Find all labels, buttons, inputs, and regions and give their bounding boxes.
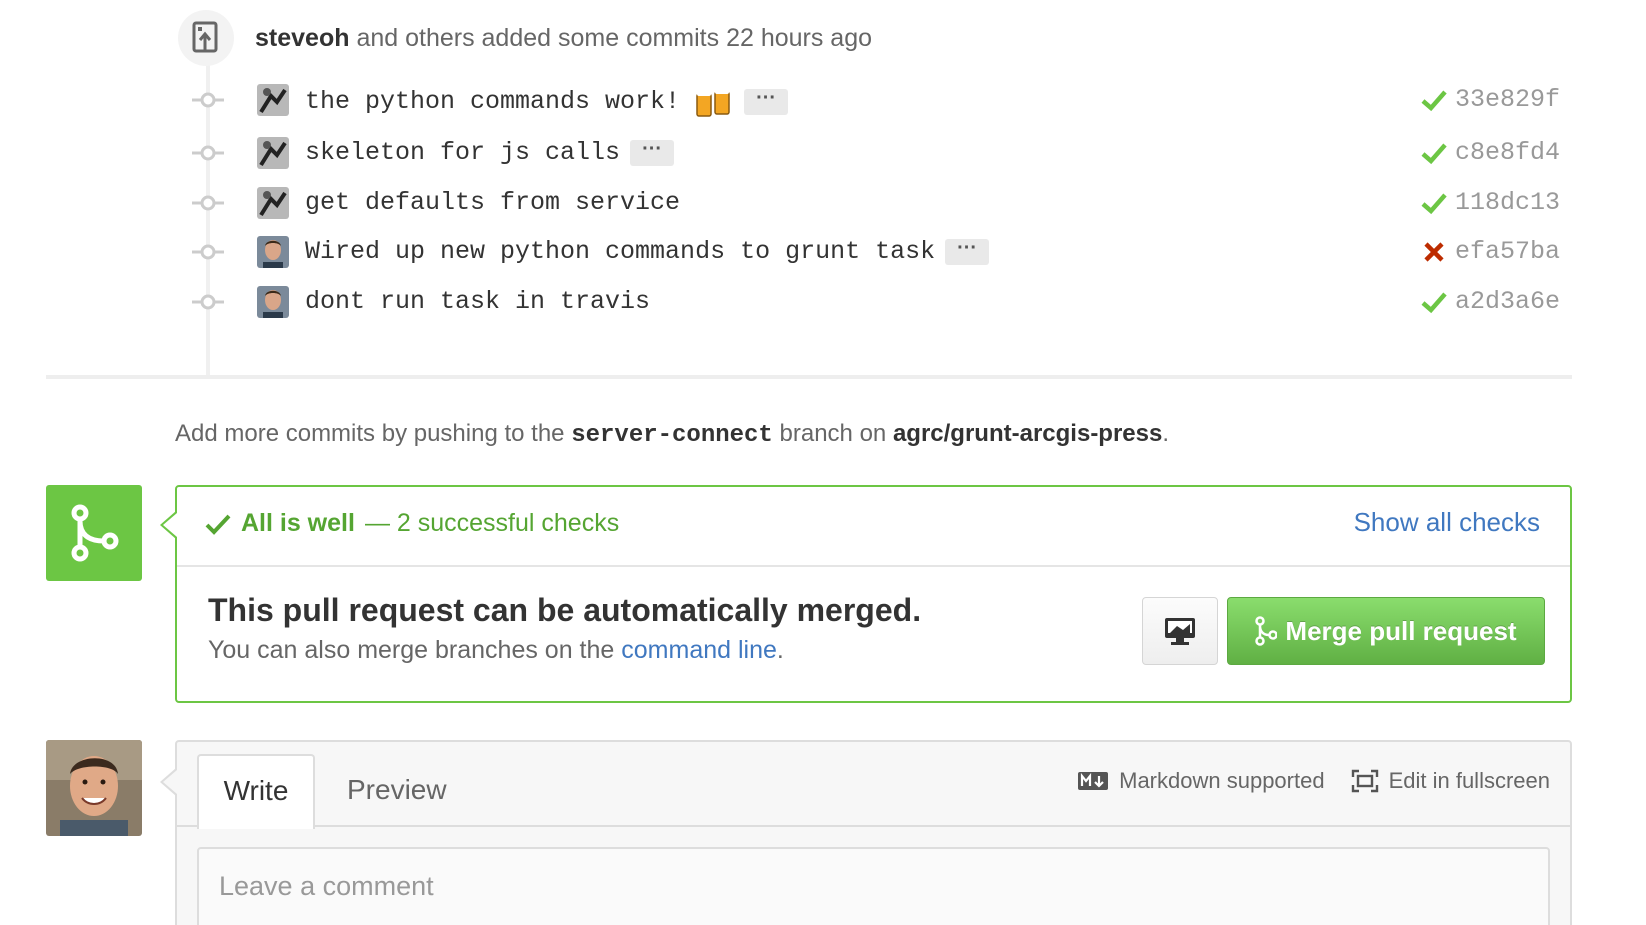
commit-sha-link[interactable]: efa57ba bbox=[1455, 234, 1560, 270]
hint-text: branch on bbox=[779, 420, 887, 447]
command-line-link[interactable]: command line bbox=[621, 636, 777, 664]
comment-toolbar: Markdown supported Edit in fullscreen bbox=[1077, 768, 1550, 794]
commit-author-avatar[interactable] bbox=[257, 187, 289, 219]
x-icon[interactable] bbox=[1420, 238, 1448, 266]
merge-subtitle: You can also merge branches on the comma… bbox=[208, 636, 784, 665]
add-commits-hint: Add more commits by pushing to the serve… bbox=[175, 420, 1169, 449]
push-event-header: steveoh and others added some commits 22… bbox=[255, 20, 872, 56]
push-event-text: and others added some commits 22 hours a… bbox=[356, 24, 873, 52]
commit-message-link[interactable]: Wired up new python commands to grunt ta… bbox=[305, 234, 935, 270]
hint-period: . bbox=[1162, 420, 1170, 447]
merge-sub-period: . bbox=[776, 636, 784, 664]
commit-message-link[interactable]: dont run task in travis bbox=[305, 284, 650, 320]
commit-author-avatar[interactable] bbox=[257, 286, 289, 318]
commit-node-icon bbox=[192, 88, 224, 112]
comment-tabs: Write Preview Markdown supported Edit in… bbox=[177, 742, 1570, 829]
commit-message-link[interactable]: the python commands work! bbox=[305, 84, 680, 120]
commit-row: skeleton for js calls ··· c8e8fd4 bbox=[0, 131, 1646, 175]
merge-status-icon bbox=[46, 485, 142, 581]
commit-row: get defaults from service 118dc13 bbox=[0, 181, 1646, 225]
merge-button-label: Merge pull request bbox=[1285, 615, 1517, 646]
commit-sha-link[interactable]: c8e8fd4 bbox=[1455, 135, 1560, 171]
beers-emoji-icon bbox=[694, 82, 734, 122]
commit-message-link[interactable]: skeleton for js calls bbox=[305, 135, 620, 171]
merge-sub-text: You can also merge branches on the bbox=[208, 636, 615, 664]
commit-message: skeleton for js calls ··· bbox=[305, 135, 675, 171]
checks-title: All is well bbox=[241, 509, 355, 537]
commit-author-avatar[interactable] bbox=[257, 137, 289, 169]
expand-commit-button[interactable]: ··· bbox=[945, 238, 990, 265]
tab-preview[interactable]: Preview bbox=[347, 754, 447, 826]
show-all-checks-link[interactable]: Show all checks bbox=[1354, 507, 1540, 538]
check-icon[interactable] bbox=[1420, 189, 1448, 217]
desktop-icon bbox=[1165, 618, 1195, 645]
commit-node-icon bbox=[192, 141, 224, 165]
markdown-icon bbox=[1078, 772, 1109, 790]
commit-row: the python commands work! ··· 33e829f bbox=[0, 78, 1646, 122]
repo-name: agrc/grunt-arcgis-press bbox=[892, 420, 1163, 447]
commit-message: get defaults from service bbox=[305, 185, 680, 221]
commit-node-icon bbox=[192, 240, 224, 264]
merge-box-pointer-fill bbox=[163, 513, 177, 537]
commit-sha-link[interactable]: 33e829f bbox=[1455, 82, 1560, 118]
markdown-supported-link[interactable]: Markdown supported bbox=[1077, 768, 1325, 794]
markdown-label: Markdown supported bbox=[1119, 768, 1325, 793]
fullscreen-icon bbox=[1351, 769, 1378, 793]
commit-message-link[interactable]: get defaults from service bbox=[305, 185, 680, 221]
comment-box-pointer-fill bbox=[163, 770, 177, 794]
commit-sha-link[interactable]: a2d3a6e bbox=[1455, 284, 1560, 320]
commit-message: dont run task in travis bbox=[305, 284, 650, 320]
check-icon[interactable] bbox=[1420, 288, 1448, 316]
commit-message: the python commands work! ··· bbox=[305, 82, 789, 122]
repo-push-icon bbox=[178, 10, 234, 66]
branch-name: server-connect bbox=[571, 422, 773, 449]
expand-commit-button[interactable]: ··· bbox=[630, 139, 675, 166]
expand-commit-button[interactable]: ··· bbox=[744, 88, 789, 115]
divider bbox=[46, 375, 1572, 379]
merge-box: All is well — 2 successful checks Show a… bbox=[175, 485, 1572, 703]
check-icon bbox=[205, 514, 231, 535]
commit-author-avatar[interactable] bbox=[257, 84, 289, 116]
commit-node-icon bbox=[192, 290, 224, 314]
commit-row: Wired up new python commands to grunt ta… bbox=[0, 230, 1646, 274]
commit-message: Wired up new python commands to grunt ta… bbox=[305, 234, 990, 270]
commit-author-avatar[interactable] bbox=[257, 236, 289, 268]
check-icon[interactable] bbox=[1420, 86, 1448, 114]
checks-summary: All is well — 2 successful checks bbox=[205, 509, 619, 538]
merge-icon bbox=[1255, 616, 1278, 646]
commit-row: dont run task in travis a2d3a6e bbox=[0, 280, 1646, 324]
merge-title: This pull request can be automatically m… bbox=[208, 592, 922, 628]
comment-textarea[interactable] bbox=[197, 847, 1550, 925]
fullscreen-label: Edit in fullscreen bbox=[1388, 768, 1550, 793]
tab-write[interactable]: Write bbox=[197, 754, 315, 829]
comment-form: Write Preview Markdown supported Edit in… bbox=[175, 740, 1572, 925]
checks-row: All is well — 2 successful checks Show a… bbox=[177, 487, 1570, 567]
checks-count: — 2 successful checks bbox=[364, 509, 620, 537]
current-user-avatar[interactable] bbox=[46, 740, 142, 836]
push-user-link[interactable]: steveoh bbox=[255, 24, 349, 52]
open-desktop-button[interactable] bbox=[1142, 597, 1218, 665]
hint-text: Add more commits by pushing to the bbox=[175, 420, 565, 447]
commit-node-icon bbox=[192, 191, 224, 215]
merge-pull-request-button[interactable]: Merge pull request bbox=[1227, 597, 1545, 665]
check-icon[interactable] bbox=[1420, 139, 1448, 167]
edit-fullscreen-button[interactable]: Edit in fullscreen bbox=[1351, 768, 1550, 794]
commit-sha-link[interactable]: 118dc13 bbox=[1455, 185, 1560, 221]
